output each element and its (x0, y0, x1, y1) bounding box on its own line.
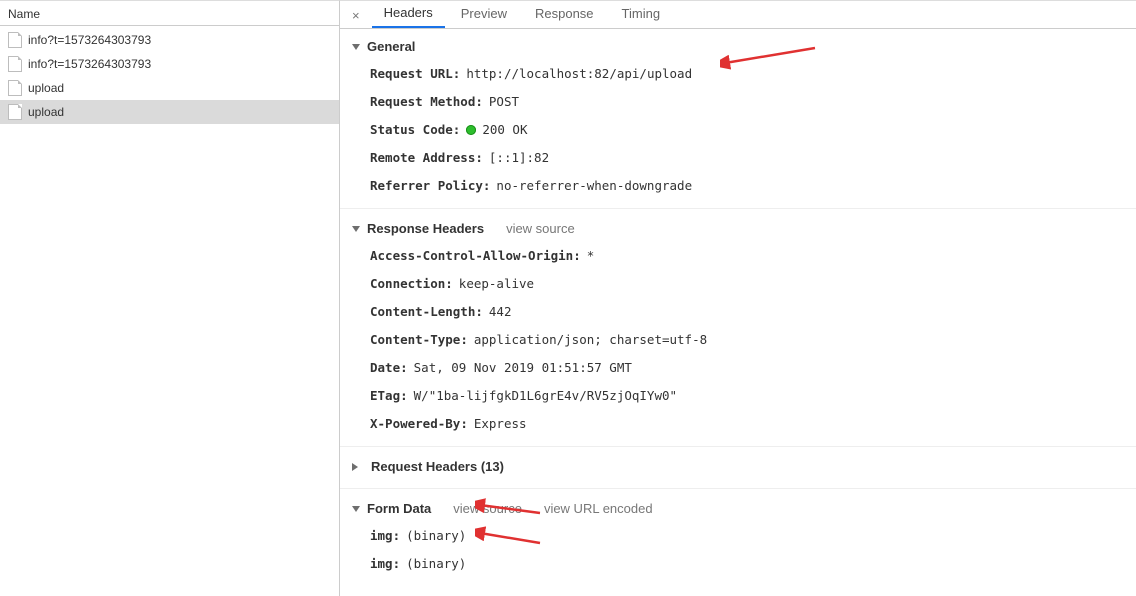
header-key: X-Powered-By (370, 414, 468, 434)
header-row: Connection keep-alive (352, 270, 1136, 298)
request-method-key: Request Method (370, 92, 483, 112)
header-value: 442 (489, 302, 512, 322)
collapse-triangle-icon (352, 506, 360, 512)
request-url-value: http://localhost:82/api/upload (466, 64, 692, 84)
request-row[interactable]: info?t=1573264303793 (0, 52, 339, 76)
file-icon (8, 56, 22, 72)
header-value: keep-alive (459, 274, 534, 294)
header-key: Connection (370, 274, 453, 294)
tab-headers[interactable]: Headers (372, 1, 445, 28)
request-detail-panel: × Headers Preview Response Timing Genera… (340, 0, 1136, 596)
request-label: info?t=1573264303793 (28, 57, 151, 71)
general-title: General (367, 39, 415, 54)
view-source-link[interactable]: view source (453, 501, 522, 516)
form-data-value: (binary) (406, 554, 466, 574)
form-data-section: Form Data view source view URL encoded i… (340, 488, 1136, 582)
tab-preview[interactable]: Preview (449, 2, 519, 27)
close-detail-button[interactable]: × (350, 6, 368, 23)
general-section: General Request URL http://localhost:82/… (340, 33, 1136, 204)
request-method-value: POST (489, 92, 519, 112)
header-value: application/json; charset=utf-8 (474, 330, 707, 350)
header-value: Sat, 09 Nov 2019 01:51:57 GMT (414, 358, 632, 378)
form-data-row: img (binary) (352, 550, 1136, 578)
status-code-key: Status Code (370, 120, 460, 140)
detail-tabs: × Headers Preview Response Timing (340, 1, 1136, 29)
header-row: ETag W/"1ba-lijfgkD1L6grE4v/RV5zjOqIYw0" (352, 382, 1136, 410)
collapse-triangle-icon (352, 226, 360, 232)
form-data-title: Form Data (367, 501, 431, 516)
form-data-key: img (370, 554, 400, 574)
view-url-encoded-link[interactable]: view URL encoded (544, 501, 653, 516)
remote-address-value: [::1]:82 (489, 148, 549, 168)
header-value: W/"1ba-lijfgkD1L6grE4v/RV5zjOqIYw0" (414, 386, 677, 406)
header-row: Access-Control-Allow-Origin * (352, 242, 1136, 270)
header-row: X-Powered-By Express (352, 410, 1136, 438)
headers-detail-body: General Request URL http://localhost:82/… (340, 29, 1136, 596)
header-key: Content-Type (370, 330, 468, 350)
name-column-header[interactable]: Name (0, 1, 339, 26)
file-icon (8, 80, 22, 96)
request-label: upload (28, 81, 64, 95)
remote-address-row: Remote Address [::1]:82 (352, 144, 1136, 172)
request-label: upload (28, 105, 64, 119)
request-headers-header[interactable]: Request Headers (13) (352, 457, 1136, 480)
referrer-policy-row: Referrer Policy no-referrer-when-downgra… (352, 172, 1136, 200)
request-url-key: Request URL (370, 64, 460, 84)
referrer-policy-value: no-referrer-when-downgrade (496, 176, 692, 196)
view-source-link[interactable]: view source (506, 221, 575, 236)
file-icon (8, 104, 22, 120)
request-method-row: Request Method POST (352, 88, 1136, 116)
collapse-triangle-icon (352, 44, 360, 50)
header-row: Content-Length 442 (352, 298, 1136, 326)
request-list: info?t=1573264303793 info?t=157326430379… (0, 26, 339, 596)
header-key: Date (370, 358, 408, 378)
file-icon (8, 32, 22, 48)
general-section-header[interactable]: General (352, 37, 1136, 60)
remote-address-key: Remote Address (370, 148, 483, 168)
form-data-value: (binary) (406, 526, 466, 546)
header-value: * (587, 246, 595, 266)
status-code-value: 200 OK (482, 120, 527, 140)
tab-timing[interactable]: Timing (610, 2, 673, 27)
header-value: Express (474, 414, 527, 434)
request-headers-section: Request Headers (13) (340, 446, 1136, 484)
header-key: ETag (370, 386, 408, 406)
form-data-key: img (370, 526, 400, 546)
expand-triangle-icon (352, 463, 362, 471)
tab-response[interactable]: Response (523, 2, 606, 27)
header-key: Content-Length (370, 302, 483, 322)
status-code-row: Status Code 200 OK (352, 116, 1136, 144)
request-row[interactable]: info?t=1573264303793 (0, 28, 339, 52)
form-data-row: img (binary) (352, 522, 1136, 550)
header-row: Content-Type application/json; charset=ut… (352, 326, 1136, 354)
network-request-list-panel: Name info?t=1573264303793 info?t=1573264… (0, 0, 340, 596)
status-dot-icon (466, 125, 476, 135)
request-headers-title: Request Headers (13) (371, 459, 504, 474)
response-headers-header[interactable]: Response Headers view source (352, 219, 1136, 242)
request-row-selected[interactable]: upload (0, 100, 339, 124)
request-row[interactable]: upload (0, 76, 339, 100)
request-url-row: Request URL http://localhost:82/api/uplo… (352, 60, 1136, 88)
response-headers-section: Response Headers view source Access-Cont… (340, 208, 1136, 442)
header-key: Access-Control-Allow-Origin (370, 246, 581, 266)
request-label: info?t=1573264303793 (28, 33, 151, 47)
form-data-header[interactable]: Form Data view source view URL encoded (352, 499, 1136, 522)
referrer-policy-key: Referrer Policy (370, 176, 490, 196)
header-row: Date Sat, 09 Nov 2019 01:51:57 GMT (352, 354, 1136, 382)
response-headers-title: Response Headers (367, 221, 484, 236)
